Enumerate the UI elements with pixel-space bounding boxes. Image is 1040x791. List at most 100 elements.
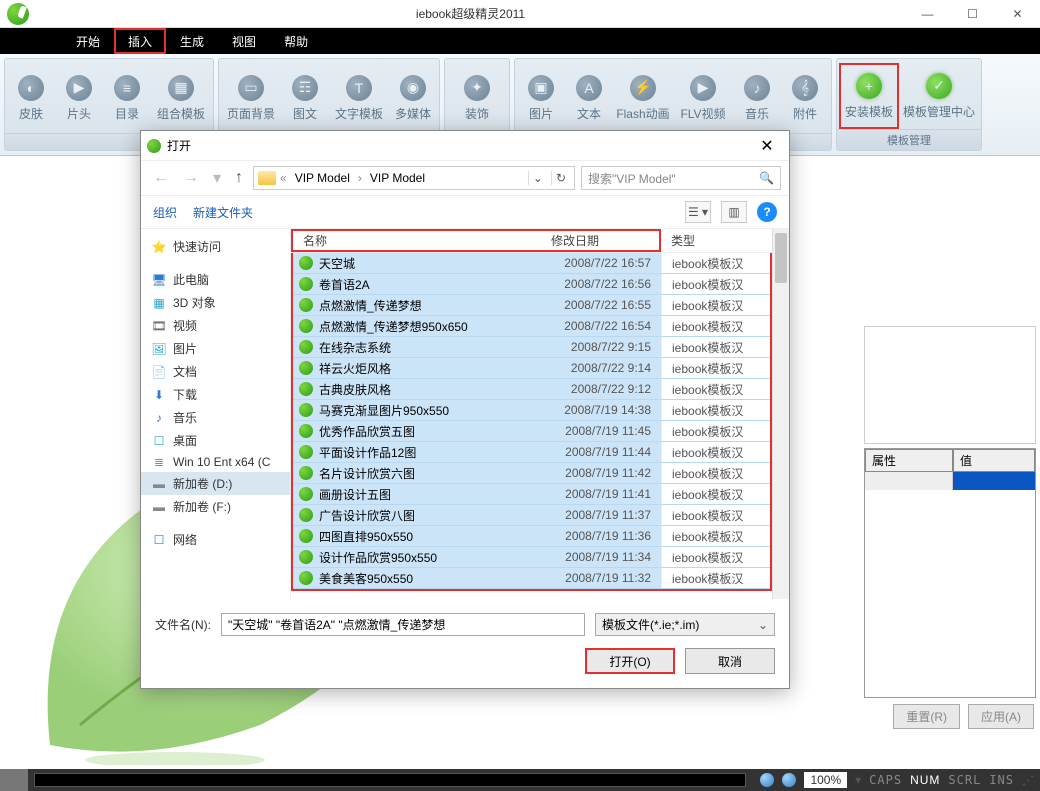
ribbon-music[interactable]: ♪音乐 — [733, 63, 781, 133]
zoom-level[interactable]: 100% — [804, 772, 847, 788]
organize-button[interactable]: 组织 — [153, 204, 177, 221]
sidebar-item[interactable]: ☐网络 — [141, 528, 290, 551]
status-left-button[interactable] — [0, 769, 28, 791]
maximize-button[interactable]: ☐ — [950, 0, 995, 28]
nav-back[interactable]: ← — [149, 169, 173, 187]
file-icon — [299, 550, 313, 564]
menu-bar: 开始 插入 生成 视图 帮助 — [0, 28, 1040, 54]
ribbon-toc[interactable]: ≡目录 — [103, 63, 151, 133]
file-date: 2008/7/19 11:42 — [541, 466, 661, 480]
ribbon-decor[interactable]: ✦装饰 — [447, 63, 507, 133]
status-icon-2[interactable] — [782, 773, 796, 787]
nav-forward[interactable]: → — [179, 169, 203, 187]
col-type[interactable]: 类型 — [661, 232, 772, 249]
sidebar-item[interactable]: ▬新加卷 (F:) — [141, 495, 290, 518]
close-button[interactable]: ✕ — [995, 0, 1040, 28]
file-icon — [299, 319, 313, 333]
ribbon-text[interactable]: A文本 — [565, 63, 613, 133]
file-row[interactable]: 卷首语2A2008/7/22 16:56iebook模板汉 — [293, 274, 770, 295]
ribbon-combo[interactable]: ▦组合模板 — [151, 63, 211, 133]
preview-pane-button[interactable]: ▥ — [721, 201, 747, 223]
ribbon-attach[interactable]: 𝄞附件 — [781, 63, 829, 133]
apply-button[interactable]: 应用(A) — [968, 704, 1034, 729]
sidebar-item[interactable]: 🖥此电脑 — [141, 268, 290, 291]
ribbon-imgtxt[interactable]: ☶图文 — [281, 63, 329, 133]
file-list-scrollbar[interactable] — [772, 229, 789, 599]
menu-start[interactable]: 开始 — [62, 28, 114, 54]
ribbon-pagebg[interactable]: ▭页面背景 — [221, 63, 281, 133]
menu-help[interactable]: 帮助 — [270, 28, 322, 54]
file-name: 古典皮肤风格 — [319, 381, 541, 398]
sidebar-item[interactable]: ⬇下载 — [141, 383, 290, 406]
ribbon-title[interactable]: ▶片头 — [55, 63, 103, 133]
file-row[interactable]: 平面设计作品12图2008/7/19 11:44iebook模板汉 — [293, 442, 770, 463]
file-row[interactable]: 设计作品欣赏950x5502008/7/19 11:34iebook模板汉 — [293, 547, 770, 568]
breadcrumb-refresh[interactable]: ↻ — [551, 171, 570, 185]
sidebar-item[interactable]: ▦3D 对象 — [141, 291, 290, 314]
status-icon-1[interactable] — [760, 773, 774, 787]
music-icon: ♪ — [744, 75, 770, 101]
menu-insert[interactable]: 插入 — [114, 28, 166, 54]
nav-up[interactable]: ↑ — [231, 169, 247, 187]
file-row[interactable]: 四图直排950x5502008/7/19 11:36iebook模板汉 — [293, 526, 770, 547]
cancel-button[interactable]: 取消 — [685, 648, 775, 674]
sidebar-item[interactable]: 🖼图片 — [141, 337, 290, 360]
view-mode-button[interactable]: ☰ ▾ — [685, 201, 711, 223]
file-icon — [299, 277, 313, 291]
file-icon — [299, 424, 313, 438]
menu-generate[interactable]: 生成 — [166, 28, 218, 54]
crumb-root[interactable]: VIP Model — [291, 171, 354, 185]
crumb-sub[interactable]: VIP Model — [366, 171, 429, 185]
file-row[interactable]: 在线杂志系统2008/7/22 9:15iebook模板汉 — [293, 337, 770, 358]
file-row[interactable]: 广告设计欣赏八图2008/7/19 11:37iebook模板汉 — [293, 505, 770, 526]
ribbon-skin[interactable]: ◐皮肤 — [7, 63, 55, 133]
num-indicator: NUM — [910, 773, 940, 787]
ribbon-flash[interactable]: ⚡Flash动画 — [613, 63, 673, 133]
ribbon-template-center[interactable]: ✓模板管理中心 — [899, 63, 979, 129]
menu-view[interactable]: 视图 — [218, 28, 270, 54]
minimize-button[interactable]: — — [905, 0, 950, 28]
sidebar-item[interactable]: ☐桌面 — [141, 429, 290, 452]
newfolder-button[interactable]: 新建文件夹 — [193, 204, 253, 221]
sidebar-item-icon: 🖼 — [151, 342, 167, 356]
col-date[interactable]: 修改日期 — [541, 229, 661, 252]
sidebar-item[interactable]: ⭐快速访问 — [141, 235, 290, 258]
file-row[interactable]: 美食美客950x5502008/7/19 11:32iebook模板汉 — [293, 568, 770, 589]
resize-grip[interactable]: ⋰ — [1022, 773, 1032, 787]
file-row[interactable]: 名片设计欣赏六图2008/7/19 11:42iebook模板汉 — [293, 463, 770, 484]
open-button[interactable]: 打开(O) — [585, 648, 675, 674]
file-row[interactable]: 天空城2008/7/22 16:57iebook模板汉 — [293, 253, 770, 274]
prop-row[interactable] — [865, 472, 1035, 490]
breadcrumb-dropdown[interactable]: ⌄ — [528, 171, 547, 185]
ribbon-image[interactable]: ▣图片 — [517, 63, 565, 133]
file-row[interactable]: 点燃激情_传递梦想2008/7/22 16:55iebook模板汉 — [293, 295, 770, 316]
filetype-select[interactable]: 模板文件(*.ie;*.im) ⌄ — [595, 613, 775, 636]
filename-input[interactable] — [221, 613, 585, 636]
sidebar-item[interactable]: 📄文档 — [141, 360, 290, 383]
ribbon-media[interactable]: ◉多媒体 — [389, 63, 437, 133]
sidebar-item[interactable]: ≣Win 10 Ent x64 (C — [141, 452, 290, 472]
breadcrumb[interactable]: « VIP Model › VIP Model ⌄ ↻ — [253, 166, 575, 190]
file-name: 点燃激情_传递梦想950x650 — [319, 318, 541, 335]
sidebar-item[interactable]: ▬新加卷 (D:) — [141, 472, 290, 495]
sidebar-item-icon: ☐ — [151, 533, 167, 547]
file-row[interactable]: 马赛克渐显图片950x5502008/7/19 14:38iebook模板汉 — [293, 400, 770, 421]
file-row[interactable]: 画册设计五图2008/7/19 11:41iebook模板汉 — [293, 484, 770, 505]
dialog-close-button[interactable]: ✕ — [751, 136, 783, 156]
sidebar-item[interactable]: 🎞视频 — [141, 314, 290, 337]
ribbon-txttpl[interactable]: T文字模板 — [329, 63, 389, 133]
search-input[interactable]: 搜索"VIP Model" 🔍 — [581, 166, 781, 190]
timeline-track[interactable] — [34, 773, 746, 787]
reset-button[interactable]: 重置(R) — [893, 704, 960, 729]
col-name[interactable]: 名称 — [291, 229, 541, 252]
ribbon-install-template[interactable]: +安装模板 — [839, 63, 899, 129]
sidebar-item[interactable]: ♪音乐 — [141, 406, 290, 429]
file-name: 美食美客950x550 — [319, 570, 541, 587]
ribbon-flv[interactable]: ▶FLV视频 — [673, 63, 733, 133]
file-row[interactable]: 古典皮肤风格2008/7/22 9:12iebook模板汉 — [293, 379, 770, 400]
help-button[interactable]: ? — [757, 202, 777, 222]
file-row[interactable]: 优秀作品欣赏五图2008/7/19 11:45iebook模板汉 — [293, 421, 770, 442]
file-row[interactable]: 点燃激情_传递梦想950x6502008/7/22 16:54iebook模板汉 — [293, 316, 770, 337]
file-row[interactable]: 祥云火炬风格2008/7/22 9:14iebook模板汉 — [293, 358, 770, 379]
nav-recent[interactable]: ▾ — [209, 168, 225, 188]
